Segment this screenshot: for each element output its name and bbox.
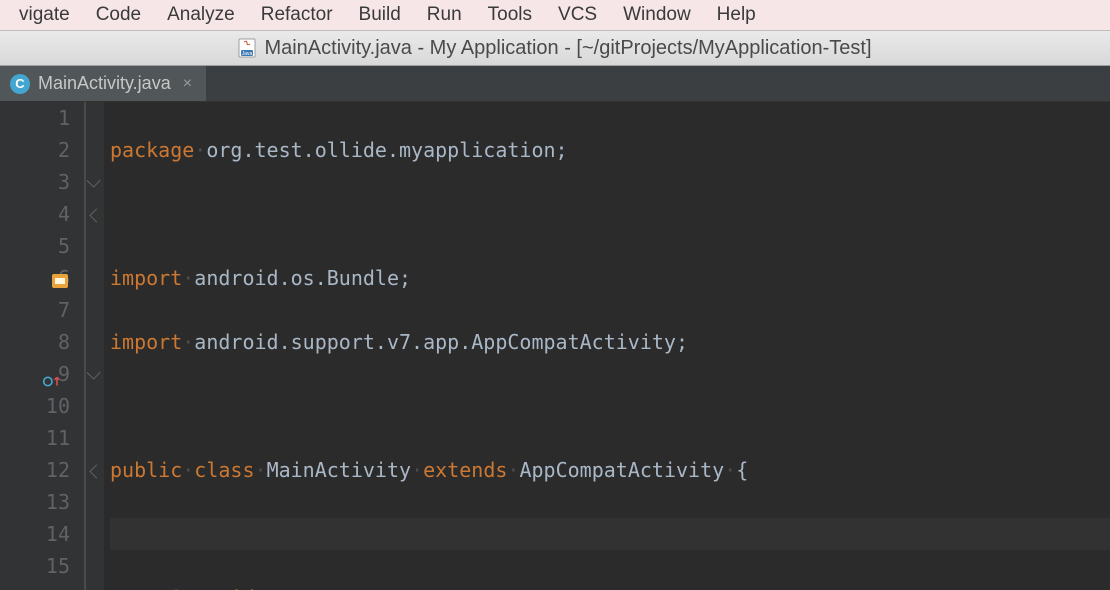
line-number: 11 (46, 422, 70, 454)
window-title-text: MainActivity.java - My Application - [~/… (264, 37, 871, 60)
line-number: 2 (46, 134, 70, 166)
window-titlebar: Java MainActivity.java - My Application … (0, 30, 1110, 66)
code-line: ····@Override (110, 582, 1110, 590)
line-number: 12 (46, 454, 70, 486)
menu-run[interactable]: Run (414, 4, 475, 26)
class-badge-icon: C (10, 74, 30, 94)
code-line: package·org.test.ollide.myapplication; (110, 134, 1110, 166)
menu-build[interactable]: Build (346, 4, 414, 26)
code-editor[interactable]: 1 2 3 4 5 6 7 8 9 10 11 12 13 14 15 (0, 102, 1110, 590)
line-number: 1 (46, 102, 70, 134)
fold-toggle-icon[interactable] (87, 366, 101, 380)
menu-refactor[interactable]: Refactor (248, 4, 346, 26)
override-gutter-icon[interactable] (42, 366, 62, 386)
line-number: 14 (46, 518, 70, 550)
editor-tabstrip: C MainActivity.java × (0, 66, 1110, 102)
fold-end-icon[interactable] (89, 464, 103, 478)
line-number: 8 (46, 326, 70, 358)
code-area[interactable]: package·org.test.ollide.myapplication; i… (104, 102, 1110, 590)
fold-end-icon[interactable] (89, 208, 103, 222)
line-number: 15 (46, 550, 70, 582)
code-line: import·android.os.Bundle; (110, 262, 1110, 294)
code-line: import·android.support.v7.app.AppCompatA… (110, 326, 1110, 358)
line-number: 7 (46, 294, 70, 326)
line-number: 4 (46, 198, 70, 230)
menu-tools[interactable]: Tools (475, 4, 545, 26)
fold-toggle-icon[interactable] (87, 174, 101, 188)
java-file-icon: Java (238, 38, 256, 58)
editor-tab-mainactivity[interactable]: C MainActivity.java × (0, 66, 206, 101)
line-number-gutter: 1 2 3 4 5 6 7 8 9 10 11 12 13 14 15 (0, 102, 86, 590)
menu-vcs[interactable]: VCS (545, 4, 610, 26)
code-line (110, 390, 1110, 422)
line-number: 5 (46, 230, 70, 262)
menu-help[interactable]: Help (704, 4, 769, 26)
close-tab-icon[interactable]: × (179, 76, 192, 92)
svg-text:Java: Java (242, 51, 253, 57)
fold-column (86, 102, 104, 590)
menu-navigate[interactable]: vigate (6, 4, 83, 26)
line-number: 13 (46, 486, 70, 518)
macos-menubar: vigate Code Analyze Refactor Build Run T… (0, 0, 1110, 30)
editor-tab-label: MainActivity.java (38, 73, 171, 94)
code-line (110, 198, 1110, 230)
code-line-current (110, 518, 1110, 550)
code-line: public·class·MainActivity·extends·AppCom… (110, 454, 1110, 486)
line-number: 10 (46, 390, 70, 422)
menu-code[interactable]: Code (83, 4, 154, 26)
menu-window[interactable]: Window (610, 4, 704, 26)
line-number: 3 (46, 166, 70, 198)
class-gutter-icon[interactable] (50, 268, 70, 288)
menu-analyze[interactable]: Analyze (154, 4, 248, 26)
